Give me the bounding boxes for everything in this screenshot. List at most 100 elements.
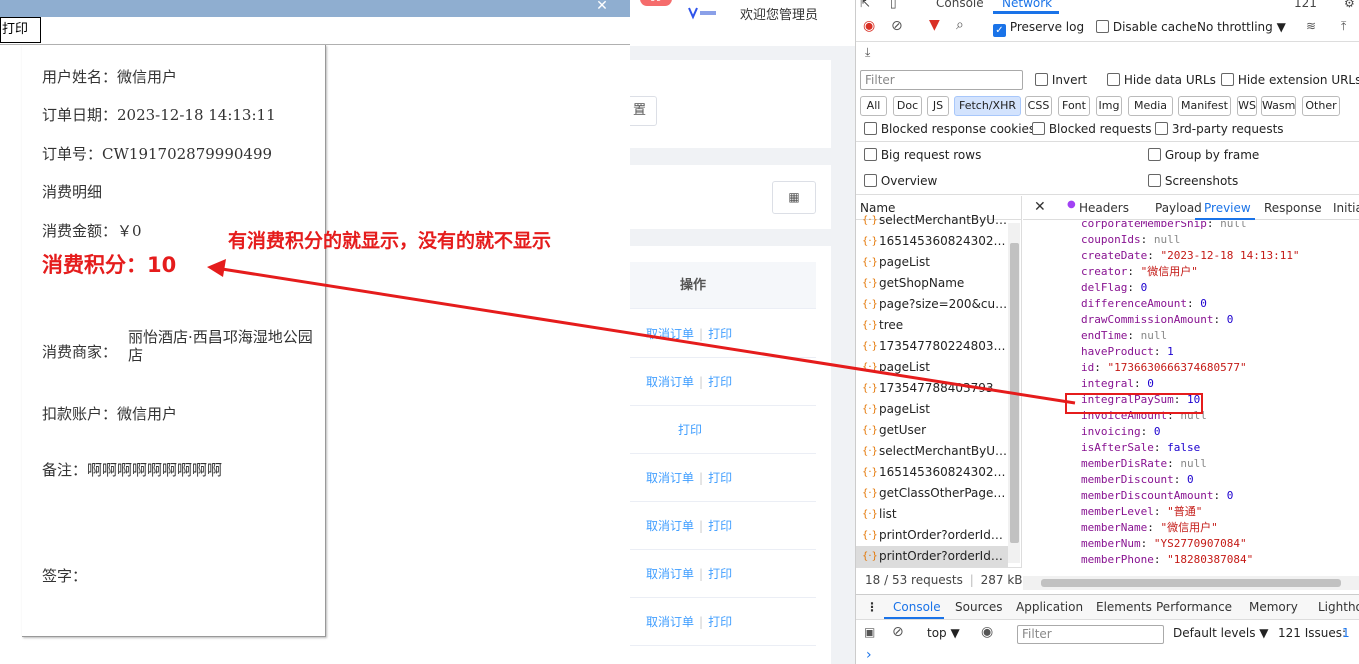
json-line[interactable]: haveProduct: 1 [1081,344,1174,360]
type-filter-other[interactable]: Other [1302,96,1340,116]
throttling-select[interactable]: No throttling ▼ [1197,20,1286,34]
disable-cache-checkbox[interactable]: Disable cache [1096,20,1197,34]
print-link[interactable]: 打印 [708,327,732,341]
print-button[interactable]: 打印 [0,17,41,43]
list-item[interactable]: {·}1735477802248032257 [856,336,1008,357]
drawer-tab-lighthou[interactable]: Lighthou [1318,600,1359,614]
type-filter-doc[interactable]: Doc [893,96,922,116]
tab-network[interactable]: Network [1002,0,1052,10]
list-item[interactable]: {·}page?size=200&curre... [856,294,1008,315]
device-icon[interactable]: ▯ [890,0,897,10]
json-line[interactable]: isAfterSale: false [1081,440,1200,456]
levels-select[interactable]: Default levels ▼ [1173,626,1269,640]
drawer-tab-console[interactable]: Console [893,600,941,614]
sidebar-toggle-icon[interactable]: ▣ [864,625,875,639]
big-rows-checkbox[interactable]: Big request rows [864,148,981,162]
json-line[interactable]: memberDiscount: 0 [1081,472,1194,488]
type-filter-ws[interactable]: WS [1237,96,1257,116]
scroll-thumb[interactable] [1010,243,1019,543]
print-link[interactable]: 打印 [708,519,732,533]
cancel-order-link[interactable]: 取消订单 [646,375,694,389]
json-line[interactable]: id: "1736630666374680577" [1081,360,1247,376]
list-item[interactable]: {·}1651453608243027970 [856,231,1008,252]
type-filter-media[interactable]: Media [1128,96,1173,116]
type-filter-manifest[interactable]: Manifest [1178,96,1231,116]
filter-icon[interactable]: ▼ [929,17,940,33]
context-select[interactable]: top ▼ [927,626,960,640]
type-filter-js[interactable]: JS [927,96,949,116]
overview-checkbox[interactable]: Overview [864,174,937,188]
json-line[interactable]: memberPhone: "18280387084" [1081,552,1253,568]
drawer-tab-elements[interactable]: Elements [1096,600,1152,614]
screenshots-checkbox[interactable]: Screenshots [1148,174,1238,188]
hscroll-thumb[interactable] [1041,579,1341,587]
search-icon[interactable]: ⌕ [956,17,964,33]
group-frame-checkbox[interactable]: Group by frame [1148,148,1259,162]
cancel-order-link[interactable]: 取消订单 [646,519,694,533]
json-line[interactable]: memberDiscountAmount: 0 [1081,488,1233,504]
print-link[interactable]: 打印 [708,567,732,581]
list-item[interactable]: {·} pageList [856,399,1008,420]
gear-icon[interactable]: ⚙ [1344,0,1355,10]
drawer-tab-memory[interactable]: Memory [1249,600,1298,614]
json-line[interactable]: differenceAmount: 0 [1081,296,1207,312]
download-icon[interactable]: ⤓ [865,45,870,60]
tab-initiator[interactable]: Initia [1333,201,1359,215]
grid-icon[interactable]: ▦ [772,181,816,214]
list-item[interactable]: {·} printOrder?orderId=1... [856,546,1008,567]
wifi-icon[interactable]: ≋ [1306,19,1316,33]
tab-headers[interactable]: Headers [1079,201,1129,215]
record-icon[interactable]: ◉ [863,18,875,34]
network-filter-input[interactable]: Filter [860,70,1023,90]
issues-short[interactable]: 1 [1342,626,1350,640]
tab-response[interactable]: Response [1264,201,1322,215]
request-scrollbar[interactable] [1008,223,1020,563]
console-filter-input[interactable]: Filter [1017,625,1164,644]
print-link[interactable]: 打印 [678,423,702,437]
json-line[interactable]: memberLevel: "普通" [1081,504,1202,520]
json-line[interactable]: creator: "微信用户" [1081,264,1198,280]
json-line[interactable]: memberNum: "YS2770907084" [1081,536,1247,552]
list-item[interactable]: {·}1735477884037931777 [856,378,1008,399]
drawer-tab-performance[interactable]: Performance [1156,600,1232,614]
json-line[interactable]: memberName: "微信用户" [1081,520,1218,536]
list-item[interactable]: {·} pageList [856,357,1008,378]
drawer-tab-application[interactable]: Application [1016,600,1083,614]
drawer-menu-icon[interactable]: ⋮ [866,600,878,614]
tab-console-top[interactable]: Console [936,0,984,10]
cancel-order-link[interactable]: 取消订单 [646,615,694,629]
json-line[interactable]: endTime: null [1081,328,1167,344]
upload-icon[interactable]: ⤒ [1341,19,1346,34]
type-filter-wasm[interactable]: Wasm [1261,96,1296,116]
list-item[interactable]: {·}selectMerchantByUserI... [856,210,1008,231]
print-link[interactable]: 打印 [708,615,732,629]
list-item[interactable]: {·} getClassOtherPage?p... [856,483,1008,504]
json-line[interactable]: corporateMemberShip: null [1081,221,1247,232]
blocked-cookies-checkbox[interactable]: Blocked response cookies [864,122,1035,136]
list-item[interactable]: {·}selectMerchantByUser... [856,441,1008,462]
eye-icon[interactable]: ◉ [981,624,993,640]
cancel-order-link[interactable]: 取消订单 [646,327,694,341]
list-item[interactable]: {·} getUser [856,420,1008,441]
list-item[interactable]: {·} pageList [856,252,1008,273]
clear-console-icon[interactable]: ⊘ [892,624,904,640]
list-item[interactable]: {·} list [856,504,1008,525]
issues-label[interactable]: 121 Issues: [1278,626,1346,640]
hide-data-urls-checkbox[interactable]: Hide data URLs [1107,73,1216,87]
preserve-log-checkbox[interactable]: ✓ Preserve log [993,20,1084,37]
tab-preview[interactable]: Preview [1204,201,1251,215]
reset-button[interactable]: 置 [630,96,657,126]
print-link[interactable]: 打印 [708,471,732,485]
list-item[interactable]: {·} printOrder?orderId=1... [856,525,1008,546]
list-item[interactable]: {·}1651453608243027970 [856,462,1008,483]
clear-icon[interactable]: ⊘ [891,18,903,34]
close-icon[interactable]: ✕ [589,0,615,14]
third-party-checkbox[interactable]: 3rd-party requests [1155,122,1284,136]
list-item[interactable]: {·} tree [856,315,1008,336]
drawer-tab-sources[interactable]: Sources [955,600,1002,614]
console-prompt[interactable]: › [866,647,872,663]
issues-count[interactable]: 121 [1294,0,1317,10]
cancel-order-link[interactable]: 取消订单 [646,567,694,581]
json-line[interactable]: drawCommissionAmount: 0 [1081,312,1233,328]
invert-checkbox[interactable]: Invert [1035,73,1087,87]
